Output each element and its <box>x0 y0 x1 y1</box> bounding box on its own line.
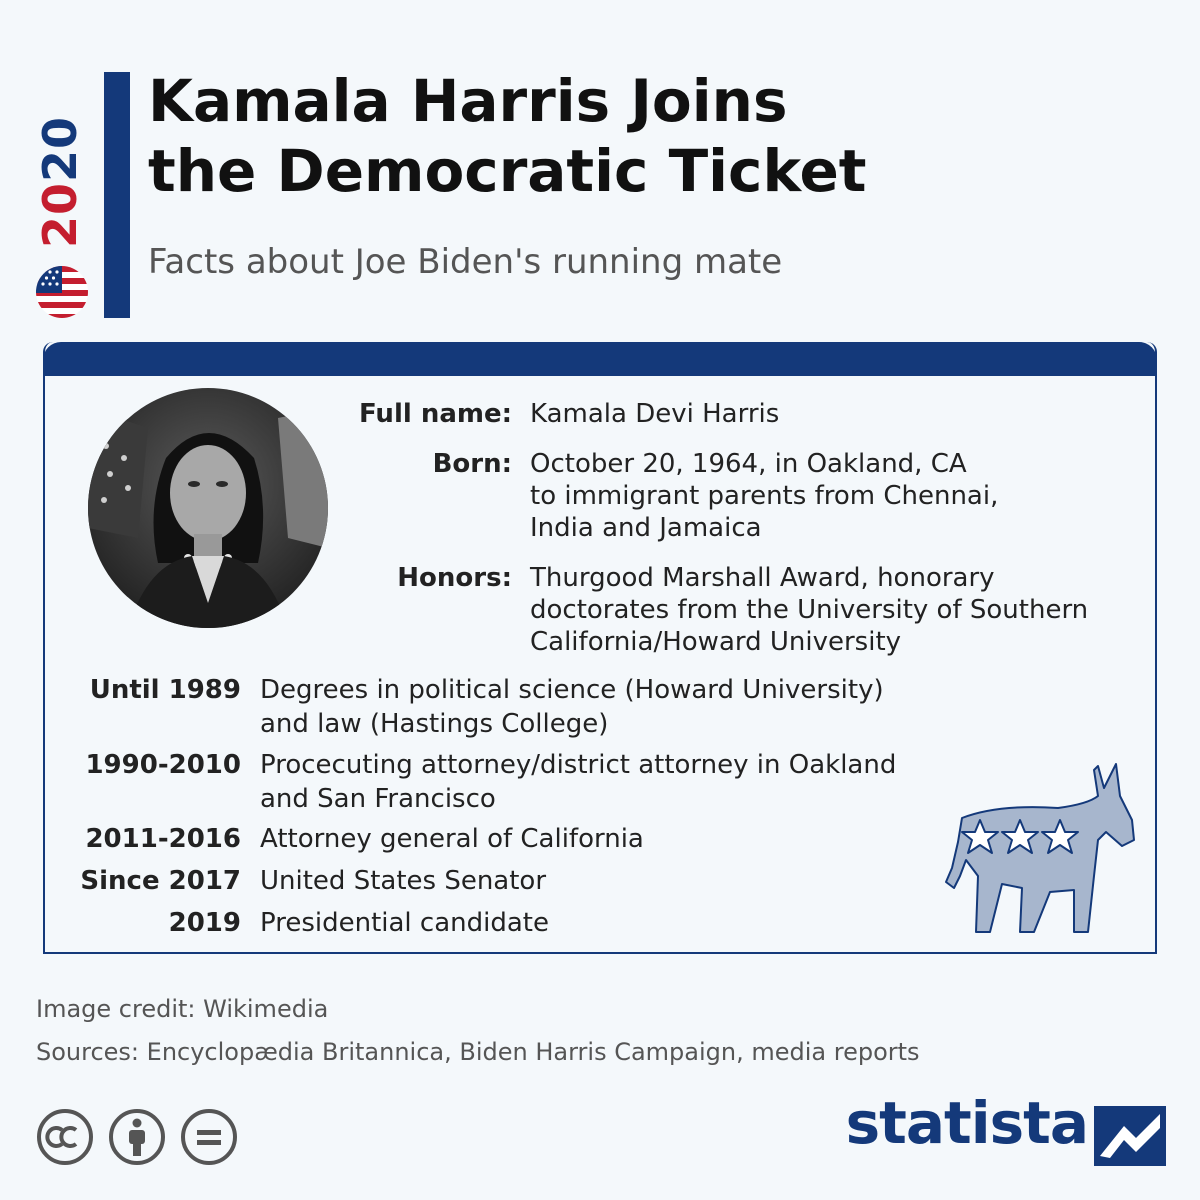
brand-wordmark[interactable]: statista <box>846 1094 1089 1152</box>
timeline-description: Attorney general of California <box>260 824 644 854</box>
year-label-part-red: 20 <box>33 182 87 249</box>
year-label-part-blue: 20 <box>33 115 87 182</box>
cc-icon[interactable] <box>36 1108 94 1166</box>
fact-label-full-name: Full name: <box>358 399 512 429</box>
fact-value-born: October 20, 1964, in Oakland, CA to immi… <box>530 449 999 543</box>
us-flag-icon <box>36 266 88 318</box>
timeline-year: 1990-2010 <box>85 750 241 780</box>
timeline-year: Since 2017 <box>80 866 241 896</box>
sources-note: Sources: Encyclopædia Britannica, Biden … <box>36 1038 920 1066</box>
timeline-year: 2011-2016 <box>85 824 241 854</box>
timeline-description: Degrees in political science (Howard Uni… <box>260 675 884 739</box>
year-label: 2020 <box>33 116 87 248</box>
portrait-photo <box>88 388 328 628</box>
statista-logo-icon[interactable] <box>1094 1106 1166 1166</box>
fact-label-born: Born: <box>432 449 512 479</box>
no-derivatives-icon[interactable] <box>180 1108 238 1166</box>
page-subtitle: Facts about Joe Biden's running mate <box>148 242 783 282</box>
fact-value-full-name: Kamala Devi Harris <box>530 399 780 429</box>
timeline-year: Until 1989 <box>89 675 241 705</box>
attribution-icon[interactable] <box>108 1108 166 1166</box>
fact-value-honors: Thurgood Marshall Award, honorary doctor… <box>530 563 1089 657</box>
page-title: Kamala Harris Joins the Democratic Ticke… <box>148 67 867 205</box>
image-credit: Image credit: Wikimedia <box>36 995 329 1023</box>
timeline-description: United States Senator <box>260 866 547 896</box>
title-accent-bar <box>104 72 130 318</box>
timeline-year: 2019 <box>168 908 241 938</box>
fact-label-honors: Honors: <box>397 563 512 593</box>
timeline-description: Presidential candidate <box>260 908 549 938</box>
democratic-donkey-icon <box>945 763 1135 933</box>
timeline-description: Procecuting attorney/district attorney i… <box>260 750 897 814</box>
fact-card-header <box>43 342 1157 376</box>
